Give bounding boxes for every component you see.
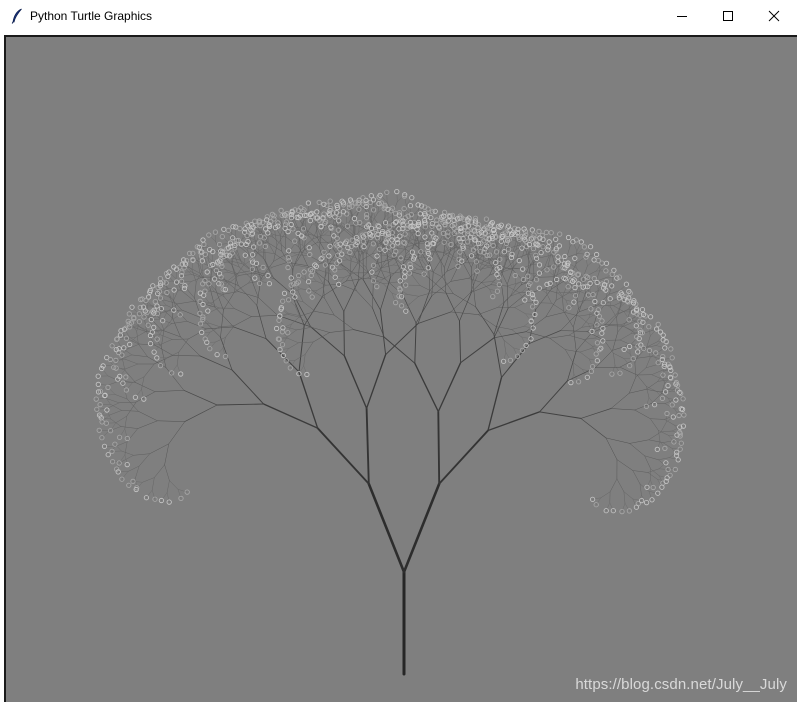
tree-leaves (93, 189, 687, 515)
minimize-button[interactable] (659, 0, 705, 32)
title-bar[interactable]: Python Turtle Graphics (0, 0, 797, 32)
turtle-window: Python Turtle Graphics https://blog.csdn… (0, 0, 797, 702)
turtle-canvas[interactable] (6, 37, 797, 702)
minimize-icon (677, 16, 687, 17)
maximize-icon (723, 11, 733, 21)
close-icon (768, 10, 780, 22)
turtle-canvas-frame: https://blog.csdn.net/July__July (4, 35, 797, 702)
window-title: Python Turtle Graphics (30, 9, 153, 23)
watermark-text: https://blog.csdn.net/July__July (575, 676, 787, 693)
maximize-button[interactable] (705, 0, 751, 32)
window-controls (659, 0, 797, 32)
close-button[interactable] (751, 0, 797, 32)
feather-icon (10, 8, 24, 24)
